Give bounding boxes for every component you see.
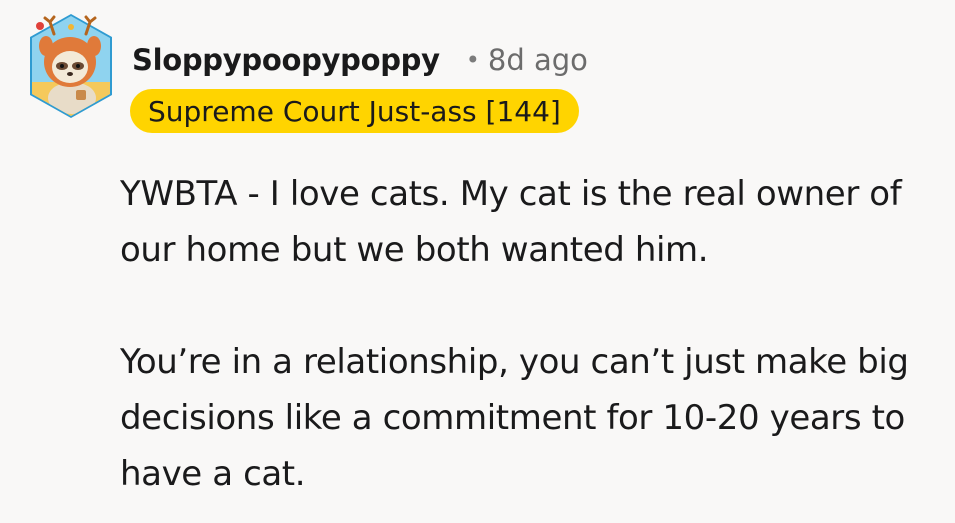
timestamp-link[interactable]: 8d ago bbox=[488, 43, 588, 77]
username-link[interactable]: Sloppypoopypoppy bbox=[132, 43, 440, 77]
comment-paragraph: YWBTA - I love cats. My cat is the real … bbox=[120, 174, 902, 270]
comment-body: YWBTA - I love cats. My cat is the real … bbox=[120, 166, 950, 502]
user-flair-badge[interactable]: Supreme Court Just-ass [144] bbox=[130, 89, 579, 133]
comment-paragraph: You’re in a relationship, you can’t just… bbox=[120, 342, 909, 494]
comment: Sloppypoopypoppy • 8d ago Supreme Court … bbox=[0, 0, 955, 523]
user-avatar-icon[interactable] bbox=[26, 12, 116, 122]
comment-meta: Sloppypoopypoppy • 8d ago bbox=[132, 38, 588, 82]
meta-separator: • bbox=[465, 46, 480, 74]
